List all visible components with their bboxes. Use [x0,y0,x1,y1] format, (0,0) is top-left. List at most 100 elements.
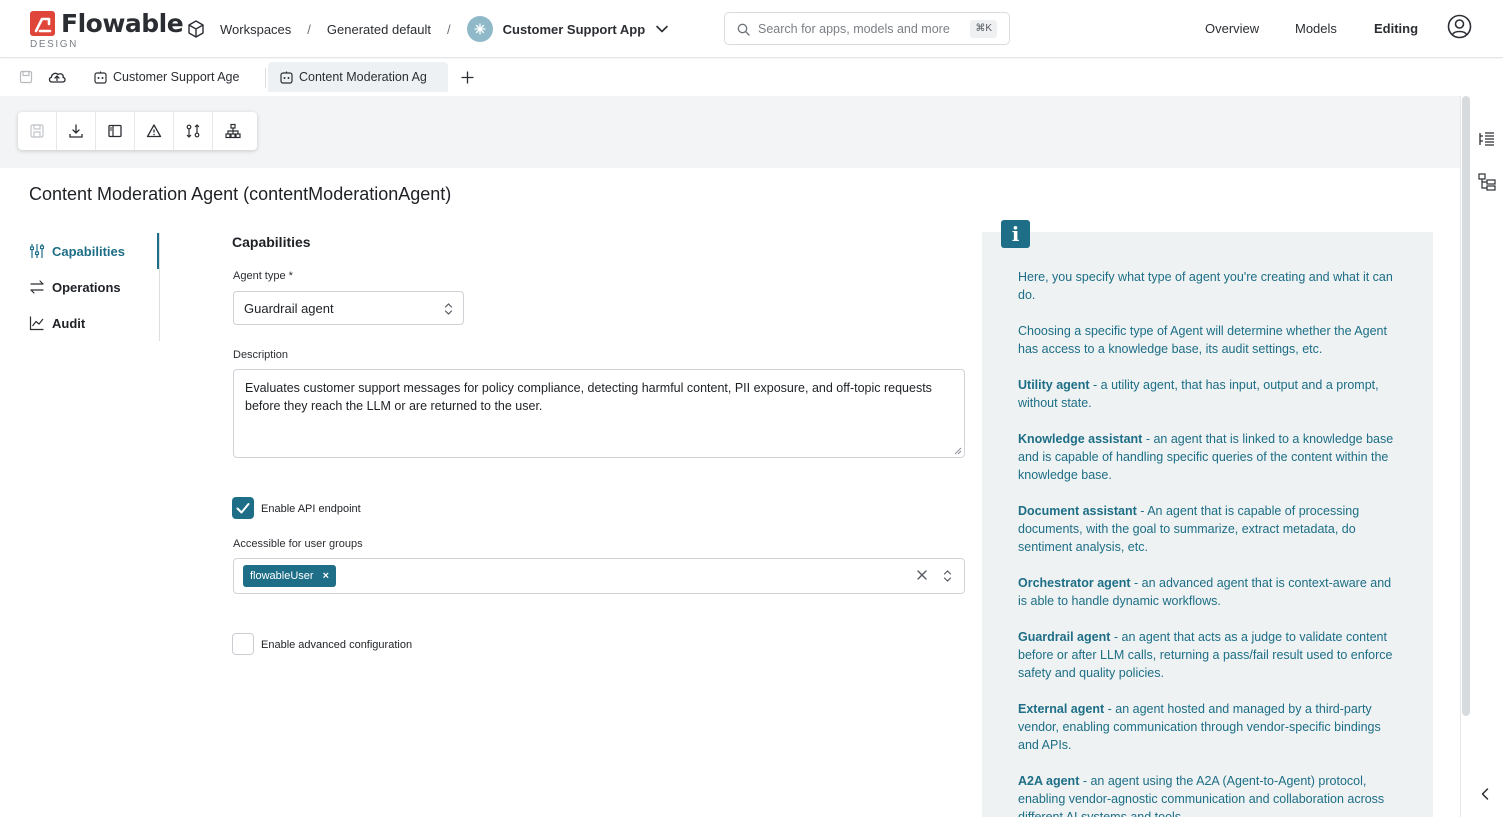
info-agent-type: A2A agent - an agent using the A2A (Agen… [1018,772,1398,817]
select-arrows-icon [444,303,453,315]
user-groups-multiselect[interactable]: flowableUser × [233,558,965,594]
info-agent-type: Orchestrator agent - an advanced agent t… [1018,574,1398,610]
toolbar-save-button[interactable] [18,112,57,150]
breadcrumb: Workspaces / Generated default / Custome… [186,16,669,42]
search-shortcut-badge: ⌘K [970,20,997,38]
description-label: Description [233,349,289,361]
side-nav-label: Operations [52,279,121,295]
add-tab-button[interactable] [457,67,477,87]
cloud-upload-icon [48,72,66,83]
plus-icon [461,71,473,83]
advanced-config-label: Enable advanced configuration [261,639,413,651]
user-groups-label: Accessible for user groups [233,538,363,550]
group-chip: flowableUser × [243,565,337,587]
side-nav-operations[interactable]: Operations [29,277,121,297]
editor-toolbar-area [0,96,1460,168]
info-agent-type: External agent - an agent hosted and man… [1018,700,1398,754]
sliders-icon [29,244,45,258]
info-agent-type-name: External agent [1018,702,1105,716]
agent-type-select[interactable]: Guardrail agent [233,291,464,325]
page-title: Content Moderation Agent (contentModerat… [29,184,452,204]
agent-icon [94,71,107,84]
info-agent-type-name: A2A agent [1018,774,1080,788]
info-intro: Choosing a specific type of Agent will d… [1018,324,1387,356]
description-textarea[interactable]: Evaluates customer support messages for … [233,369,965,458]
outline-list-icon[interactable] [1477,129,1497,149]
toolbar-hierarchy-button[interactable] [213,112,252,150]
toolbar-validate-button[interactable] [135,112,174,150]
chip-remove-icon[interactable]: × [323,570,329,582]
side-nav-audit[interactable]: Audit [29,313,85,333]
clear-icon[interactable] [916,569,928,581]
side-nav-active-indicator [157,233,159,269]
logo-subtitle: DESIGN [30,39,78,50]
collapse-panel-icon[interactable] [1477,786,1493,802]
editor-tabs-bar: Customer Support Age Content Moderation … [0,59,1503,96]
arrows-swap-icon [30,280,44,294]
chevron-down-icon[interactable] [655,22,669,36]
resize-grip-icon[interactable] [954,447,962,455]
download-icon [69,124,83,138]
nav-models[interactable]: Models [1295,21,1337,36]
hierarchy-icon [224,123,241,139]
save-icon [30,124,44,138]
toolbar-download-button[interactable] [57,112,96,150]
flowable-logo[interactable]: Flowable DESIGN [30,9,184,52]
tab-label: Customer Support Age [113,70,240,84]
info-agent-type: Utility agent - a utility agent, that ha… [1018,376,1398,412]
breadcrumb-separator: / [307,21,311,37]
section-title: Capabilities [232,234,311,250]
side-nav-label: Capabilities [52,243,125,259]
enable-api-checkbox[interactable] [232,497,254,519]
toolbar-compare-button[interactable] [174,112,213,150]
top-header: Flowable DESIGN Workspaces / Generated d… [0,0,1503,58]
scrollbar[interactable] [1462,96,1470,716]
global-search-input[interactable]: Search for apps, models and more ⌘K [724,12,1010,45]
user-account-icon[interactable] [1447,14,1472,39]
panel-icon [108,124,122,138]
group-chip-label: flowableUser [250,570,314,582]
logo-text: Flowable [61,9,184,38]
select-arrows-icon[interactable] [943,569,952,583]
save-icon [19,70,33,84]
capabilities-side-nav: Capabilities Operations Audit [29,233,160,341]
info-agent-type-name: Document assistant [1018,504,1137,518]
info-panel-text: Here, you specify what type of agent you… [1018,268,1398,817]
breadcrumb-separator: / [447,21,451,37]
breadcrumb-generated-default[interactable]: Generated default [327,22,431,37]
side-nav-label: Audit [52,315,86,331]
toolbar-panel-button[interactable] [96,112,135,150]
info-icon: i [1001,220,1030,248]
flowable-logo-icon [30,11,55,36]
structure-tree-icon[interactable] [1477,172,1497,192]
side-nav-capabilities[interactable]: Capabilities [29,241,125,261]
tab-customer-support-agent[interactable]: Customer Support Age [82,62,262,92]
description-text: Evaluates customer support messages for … [245,381,932,413]
search-icon [737,23,750,36]
checkmark-icon [236,503,250,514]
search-placeholder: Search for apps, models and more [758,22,950,36]
advanced-config-checkbox[interactable] [232,633,254,655]
info-agent-type-name: Knowledge assistant [1018,432,1143,446]
nav-editing[interactable]: Editing [1374,21,1418,36]
info-intro: Here, you specify what type of agent you… [1018,270,1393,302]
info-agent-type: Knowledge assistant - an agent that is l… [1018,430,1398,484]
warning-icon [146,124,162,138]
tab-label: Content Moderation Ag [299,70,427,84]
agent-type-value: Guardrail agent [244,301,334,316]
breadcrumb-app-name[interactable]: Customer Support App [503,22,646,37]
line-chart-icon [29,316,44,331]
nav-overview[interactable]: Overview [1205,21,1259,36]
agent-type-label: Agent type * [233,270,293,282]
publish-button[interactable] [47,67,67,87]
save-all-button[interactable] [16,67,36,87]
right-side-rail [1460,96,1503,817]
app-badge-icon [466,16,493,42]
info-agent-type-name: Guardrail agent [1018,630,1111,644]
editor-toolbar [18,112,257,150]
breadcrumb-workspaces[interactable]: Workspaces [220,22,291,37]
workspace-cube-icon [188,20,204,38]
tab-divider [265,68,266,88]
tab-content-moderation-agent[interactable]: Content Moderation Ag [268,62,448,92]
agent-icon [280,71,293,84]
